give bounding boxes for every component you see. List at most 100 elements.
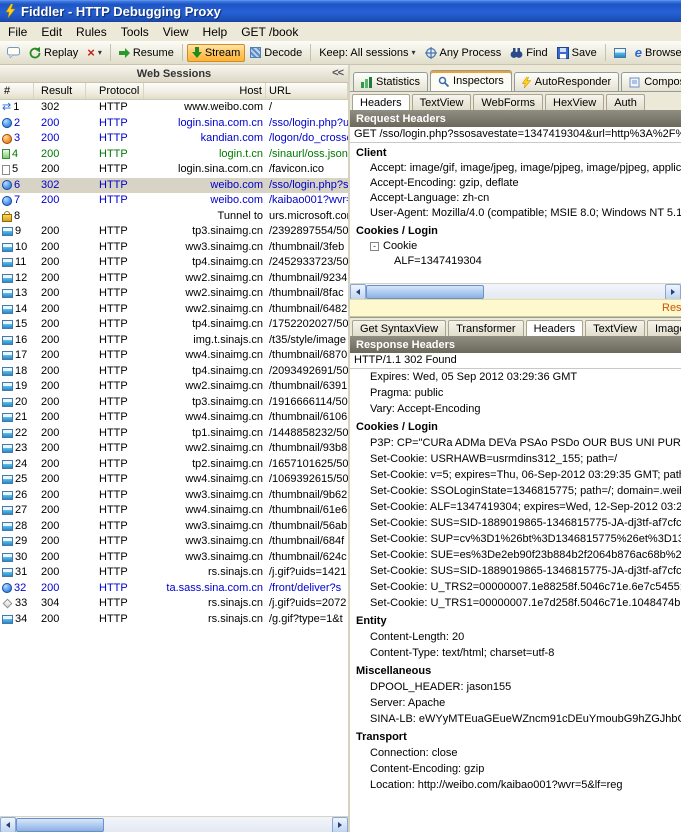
replay-button[interactable]: Replay <box>25 45 82 61</box>
save-button[interactable]: Save <box>553 45 601 61</box>
session-number: 7 <box>14 193 20 209</box>
column-header-result[interactable]: Result <box>34 83 86 99</box>
screenshot-button[interactable] <box>610 46 630 60</box>
collapse-node-icon[interactable]: - <box>370 242 379 251</box>
menu-help[interactable]: Help <box>196 23 235 41</box>
encoding-notice[interactable]: Response is encoded and may need to be d… <box>350 299 681 317</box>
scrollbar-track[interactable] <box>366 284 665 299</box>
resume-button[interactable]: Resume <box>115 45 178 61</box>
session-result: 200 <box>34 534 86 550</box>
session-row[interactable]: 13200HTTPww2.sinaimg.cn/thumbnail/8fac <box>0 286 348 302</box>
any-process-button[interactable]: Any Process <box>421 45 506 61</box>
toolbar-separator <box>110 44 111 61</box>
response-tab-imageview[interactable]: ImageView <box>647 320 681 336</box>
session-row[interactable]: 27200HTTPww4.sinaimg.cn/thumbnail/61e6 <box>0 503 348 519</box>
scroll-left-button[interactable] <box>350 284 366 300</box>
response-tab-transformer[interactable]: Transformer <box>448 320 524 336</box>
menu-rules[interactable]: Rules <box>69 23 114 41</box>
session-row[interactable]: 16200HTTPimg.t.sinajs.cn/t35/style/image <box>0 333 348 349</box>
scroll-left-button[interactable] <box>0 817 16 832</box>
session-row[interactable]: 23200HTTPww2.sinaimg.cn/thumbnail/93b8 <box>0 441 348 457</box>
scroll-right-button[interactable] <box>332 817 348 832</box>
session-row[interactable]: 1302HTTPwww.weibo.com/ <box>0 100 348 116</box>
session-row[interactable]: 12200HTTPww2.sinaimg.cn/thumbnail/9234 <box>0 271 348 287</box>
session-row[interactable]: 4200HTTPlogin.t.cn/sinaurl/oss.json <box>0 147 348 163</box>
session-row[interactable]: 34200HTTPrs.sinajs.cn/g.gif?type=1&t <box>0 612 348 628</box>
session-row[interactable]: 9200HTTPtp3.sinaimg.cn/2392897554/50 <box>0 224 348 240</box>
column-header-protocol[interactable]: Protocol <box>86 83 144 99</box>
session-row[interactable]: 7200HTTPweibo.com/kaibao001?wvr=5&lf=reg <box>0 193 348 209</box>
toolbar-separator <box>605 44 606 61</box>
request-tab-auth[interactable]: Auth <box>606 94 645 110</box>
session-row[interactable]: 14200HTTPww2.sinaimg.cn/thumbnail/6482 <box>0 302 348 318</box>
session-protocol: HTTP <box>86 131 144 147</box>
tab-inspectors[interactable]: Inspectors <box>430 70 512 91</box>
arrow-left-icon <box>6 822 10 828</box>
scrollbar-track[interactable] <box>16 817 332 832</box>
session-row[interactable]: 20200HTTPtp3.sinaimg.cn/1916666114/50 <box>0 395 348 411</box>
session-row[interactable]: 2200HTTPlogin.sina.com.cn/sso/login.php?… <box>0 116 348 132</box>
tab-composer[interactable]: Composer <box>621 72 681 91</box>
session-row[interactable]: 32200HTTPta.sass.sina.com.cn/front/deliv… <box>0 581 348 597</box>
session-host: ww2.sinaimg.cn <box>144 441 266 457</box>
session-row[interactable]: 17200HTTPww4.sinaimg.cn/thumbnail/6870 <box>0 348 348 364</box>
session-row[interactable]: 22200HTTPtp1.sinaimg.cn/1448858232/50 <box>0 426 348 442</box>
request-tab-hexview[interactable]: HexView <box>545 94 604 110</box>
session-row[interactable]: 10200HTTPww3.sinaimg.cn/thumbnail/3feb <box>0 240 348 256</box>
browse-button[interactable]: e Browse <box>631 45 681 61</box>
response-tab-textview[interactable]: TextView <box>585 320 645 336</box>
header-node[interactable]: -Cookie <box>350 239 681 254</box>
header-item: Set-Cookie: U_TRS2=00000007.1e88258f.504… <box>350 579 681 595</box>
request-hscrollbar[interactable] <box>350 283 681 299</box>
session-row[interactable]: 19200HTTPww2.sinaimg.cn/thumbnail/6391 <box>0 379 348 395</box>
stream-button[interactable]: Stream <box>187 44 245 62</box>
tab-statistics[interactable]: Statistics <box>353 72 428 91</box>
scrollbar-thumb[interactable] <box>366 285 484 299</box>
response-tab-headers[interactable]: Headers <box>526 320 584 336</box>
menu-file[interactable]: File <box>1 23 34 41</box>
session-row[interactable]: 11200HTTPtp4.sinaimg.cn/2452933723/50 <box>0 255 348 271</box>
menu-get-book[interactable]: GET /book <box>234 23 305 41</box>
keep-sessions-button[interactable]: Keep: All sessions ▾ <box>315 45 419 61</box>
session-row[interactable]: 18200HTTPtp4.sinaimg.cn/2093492691/50 <box>0 364 348 380</box>
session-row[interactable]: 30200HTTPww3.sinaimg.cn/thumbnail/624c <box>0 550 348 566</box>
session-row[interactable]: 8Tunnel tours.microsoft.com:443 <box>0 209 348 225</box>
menu-edit[interactable]: Edit <box>34 23 69 41</box>
request-headers-bar: Request Headers <box>350 110 681 127</box>
column-header-num[interactable]: # <box>0 83 34 99</box>
image-icon <box>2 351 13 360</box>
session-row[interactable]: 25200HTTPww4.sinaimg.cn/1069392615/50 <box>0 472 348 488</box>
collapse-panel-button[interactable]: << <box>332 67 343 79</box>
scrollbar-thumb[interactable] <box>16 818 104 832</box>
session-row[interactable]: 5200HTTPlogin.sina.com.cn/favicon.ico <box>0 162 348 178</box>
session-row[interactable]: 31200HTTPrs.sinajs.cn/j.gif?uids=1421 <box>0 565 348 581</box>
scroll-right-button[interactable] <box>665 284 681 300</box>
menu-tools[interactable]: Tools <box>114 23 156 41</box>
session-row[interactable]: 6302HTTPweibo.com/sso/login.php?ssosaves… <box>0 178 348 194</box>
session-row[interactable]: 15200HTTPtp4.sinaimg.cn/1752202027/50 <box>0 317 348 333</box>
session-row[interactable]: 26200HTTPww3.sinaimg.cn/thumbnail/9b62 <box>0 488 348 504</box>
column-header-host[interactable]: Host <box>144 83 266 99</box>
session-row[interactable]: 28200HTTPww3.sinaimg.cn/thumbnail/56ab <box>0 519 348 535</box>
response-tab-get-syntaxview[interactable]: Get SyntaxView <box>352 320 446 336</box>
decode-button[interactable]: Decode <box>246 45 306 61</box>
request-tab-textview[interactable]: TextView <box>412 94 472 110</box>
column-header-url[interactable]: URL <box>266 83 348 99</box>
session-row[interactable]: 21200HTTPww4.sinaimg.cn/thumbnail/6106 <box>0 410 348 426</box>
tab-autoresponder[interactable]: AutoResponder <box>514 72 619 91</box>
menu-view[interactable]: View <box>156 23 196 41</box>
header-item: Vary: Accept-Encoding <box>350 401 681 417</box>
session-row[interactable]: 33304HTTPrs.sinajs.cn/j.gif?uids=2072 <box>0 596 348 612</box>
request-tab-webforms[interactable]: WebForms <box>473 94 543 110</box>
session-protocol: HTTP <box>86 612 144 628</box>
session-url: /thumbnail/9234 <box>266 271 348 287</box>
request-tab-headers[interactable]: Headers <box>352 94 410 110</box>
session-row[interactable]: 3200HTTPkandian.com/logon/do_crossdomain… <box>0 131 348 147</box>
remove-sessions-button[interactable]: × ▾ <box>83 45 106 60</box>
sessions-hscrollbar[interactable] <box>0 816 348 832</box>
session-url: /thumbnail/6870 <box>266 348 348 364</box>
session-row[interactable]: 29200HTTPww3.sinaimg.cn/thumbnail/684f <box>0 534 348 550</box>
find-button[interactable]: Find <box>506 45 551 61</box>
comment-button[interactable] <box>3 45 24 60</box>
session-row[interactable]: 24200HTTPtp2.sinaimg.cn/1657101625/50 <box>0 457 348 473</box>
